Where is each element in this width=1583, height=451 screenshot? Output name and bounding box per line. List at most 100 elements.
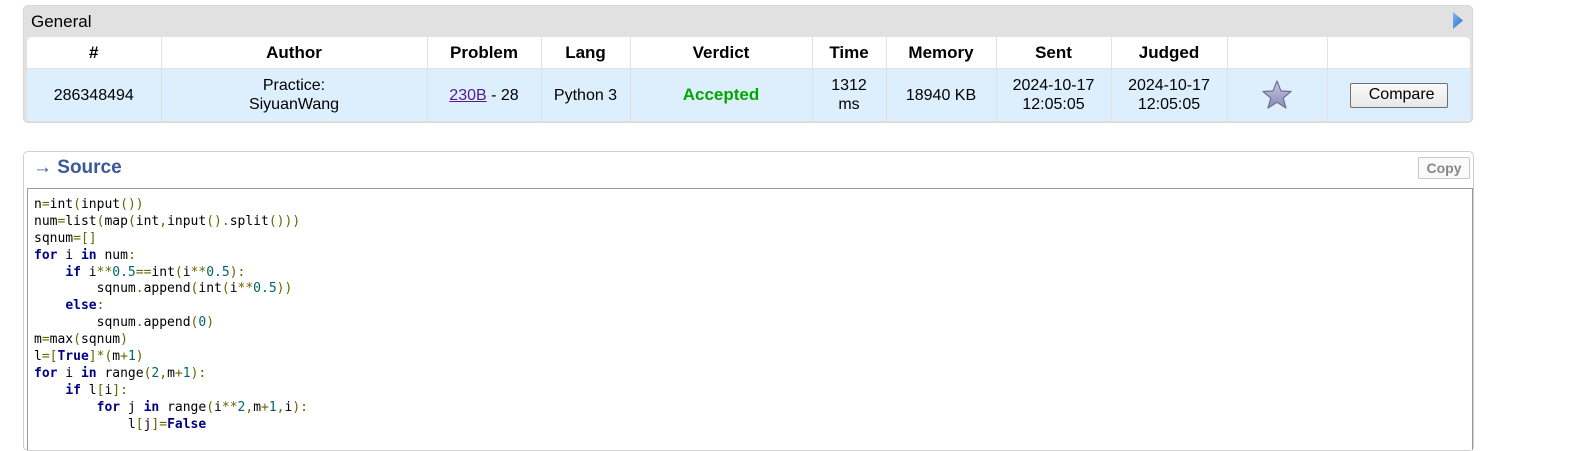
expand-arrow-icon[interactable]	[1453, 12, 1463, 29]
code-token: =	[41, 332, 50, 348]
code-token: ,	[159, 365, 168, 381]
code-token: (	[206, 213, 215, 229]
code-line: n=int(input())	[34, 197, 1472, 214]
code-keyword: in	[80, 247, 97, 263]
code-token: i	[182, 264, 191, 280]
code-keyword: for	[96, 399, 121, 415]
column-header-author: Author	[161, 37, 428, 69]
column-header-problem: Problem	[427, 37, 542, 69]
column-header-id: #	[27, 37, 162, 69]
code-token: l	[34, 349, 42, 365]
compare-button[interactable]: Compare	[1349, 82, 1448, 108]
code-token: ]	[88, 349, 97, 365]
compare-cell: Compare	[1327, 68, 1470, 121]
code-token: n	[34, 197, 42, 212]
code-token: :	[198, 365, 207, 381]
code-token: +	[120, 349, 128, 365]
column-header-judged: Judged	[1111, 37, 1228, 69]
source-panel: → Source Copy n=int(input()) num=list(map…	[23, 151, 1474, 451]
memory: 18940 KB	[886, 68, 997, 121]
language: Python 3	[541, 68, 631, 121]
code-token: (	[174, 264, 183, 280]
code-token: :	[300, 399, 308, 415]
code-token: .	[221, 213, 230, 229]
code-token: l	[80, 382, 97, 398]
code-token: i	[214, 399, 222, 415]
column-header-memory: Memory	[886, 37, 997, 69]
code-line: l=[True]*(m+1)	[34, 349, 1472, 366]
submission-table-wrapper: # Author Problem Lang Verdict Time Memor…	[27, 37, 1470, 121]
code-token: *	[221, 399, 230, 415]
code-token: )	[120, 332, 128, 348]
code-token: sqnum	[34, 230, 74, 246]
general-panel: General # Author Problem Lang Verdict Ti…	[23, 5, 1473, 123]
code-token: append	[143, 315, 191, 331]
code-token: m	[34, 332, 42, 348]
table-header-row: # Author Problem Lang Verdict Time Memor…	[27, 37, 1470, 69]
code-token: =	[73, 230, 81, 246]
code-token: :	[96, 298, 105, 314]
code-line: for i in num:	[34, 248, 1472, 265]
code-token: =	[135, 264, 144, 280]
verdict-accepted: Accepted	[682, 85, 760, 104]
code-token: )	[292, 399, 301, 415]
star-icon[interactable]	[1261, 79, 1293, 111]
code-token: i	[57, 365, 81, 381]
code-token: (	[120, 197, 128, 212]
code-line: else:	[34, 298, 1472, 315]
code-line: if i**0.5==int(i**0.5):	[34, 265, 1472, 282]
author-name: SiyuanWang	[248, 96, 340, 113]
code-token: sqnum	[80, 332, 121, 348]
time-cell: 1312 ms	[812, 68, 887, 121]
code-token: ,	[245, 399, 254, 415]
problem-cell: 230B - 28	[427, 68, 542, 121]
judged-cell: 2024-10-17 12:05:05	[1111, 68, 1228, 121]
code-token: i	[80, 264, 97, 280]
code-token: =	[41, 197, 50, 212]
code-token: :	[120, 382, 128, 398]
code-token: )	[135, 197, 144, 212]
code-line: for i in range(2,m+1):	[34, 366, 1472, 383]
code-token: +	[174, 365, 183, 381]
code-token: map	[104, 213, 128, 229]
code-token: )	[229, 264, 238, 280]
source-code-area[interactable]: n=int(input()) num=list(map(int,input().s…	[27, 188, 1473, 450]
code-token: m	[253, 399, 262, 415]
problem-suffix: - 28	[486, 86, 519, 104]
time-unit: ms	[838, 96, 860, 113]
column-header-compare	[1327, 37, 1470, 69]
code-keyword: else	[65, 298, 97, 314]
code-token: )	[206, 315, 215, 331]
code-keyword: if	[65, 264, 81, 280]
code-token: ]	[112, 382, 121, 398]
code-token: (	[73, 197, 81, 212]
code-token: sqnum	[34, 315, 136, 331]
code-token: max	[49, 332, 74, 348]
code-token: list	[65, 213, 97, 229]
judged-date: 2024-10-17	[1128, 77, 1210, 94]
code-token: int	[198, 281, 222, 297]
code-token: int	[151, 264, 175, 280]
code-token: i	[229, 281, 238, 297]
code-token: num	[96, 247, 128, 263]
code-keyword: for	[34, 247, 58, 263]
code-token: input	[167, 213, 207, 229]
code-token: +	[261, 399, 269, 415]
code-keyword: for	[34, 365, 58, 381]
problem-link[interactable]: 230B	[449, 87, 486, 104]
column-header-lang: Lang	[541, 37, 631, 69]
code-token: (	[206, 399, 215, 415]
code-line: if l[i]:	[34, 383, 1472, 400]
favourite-cell	[1227, 68, 1328, 121]
code-token: =	[159, 416, 168, 432]
column-header-sent: Sent	[996, 37, 1112, 69]
copy-button[interactable]: Copy	[1418, 157, 1470, 179]
table-row: 286348494 Practice: SiyuanWang 230B - 28…	[27, 68, 1470, 121]
code-token: (	[73, 332, 81, 348]
code-token: int	[135, 213, 160, 229]
code-line: sqnum=[]	[34, 231, 1472, 248]
code-token: sqnum	[34, 281, 136, 297]
sent-time: 12:05:05	[1022, 96, 1085, 113]
